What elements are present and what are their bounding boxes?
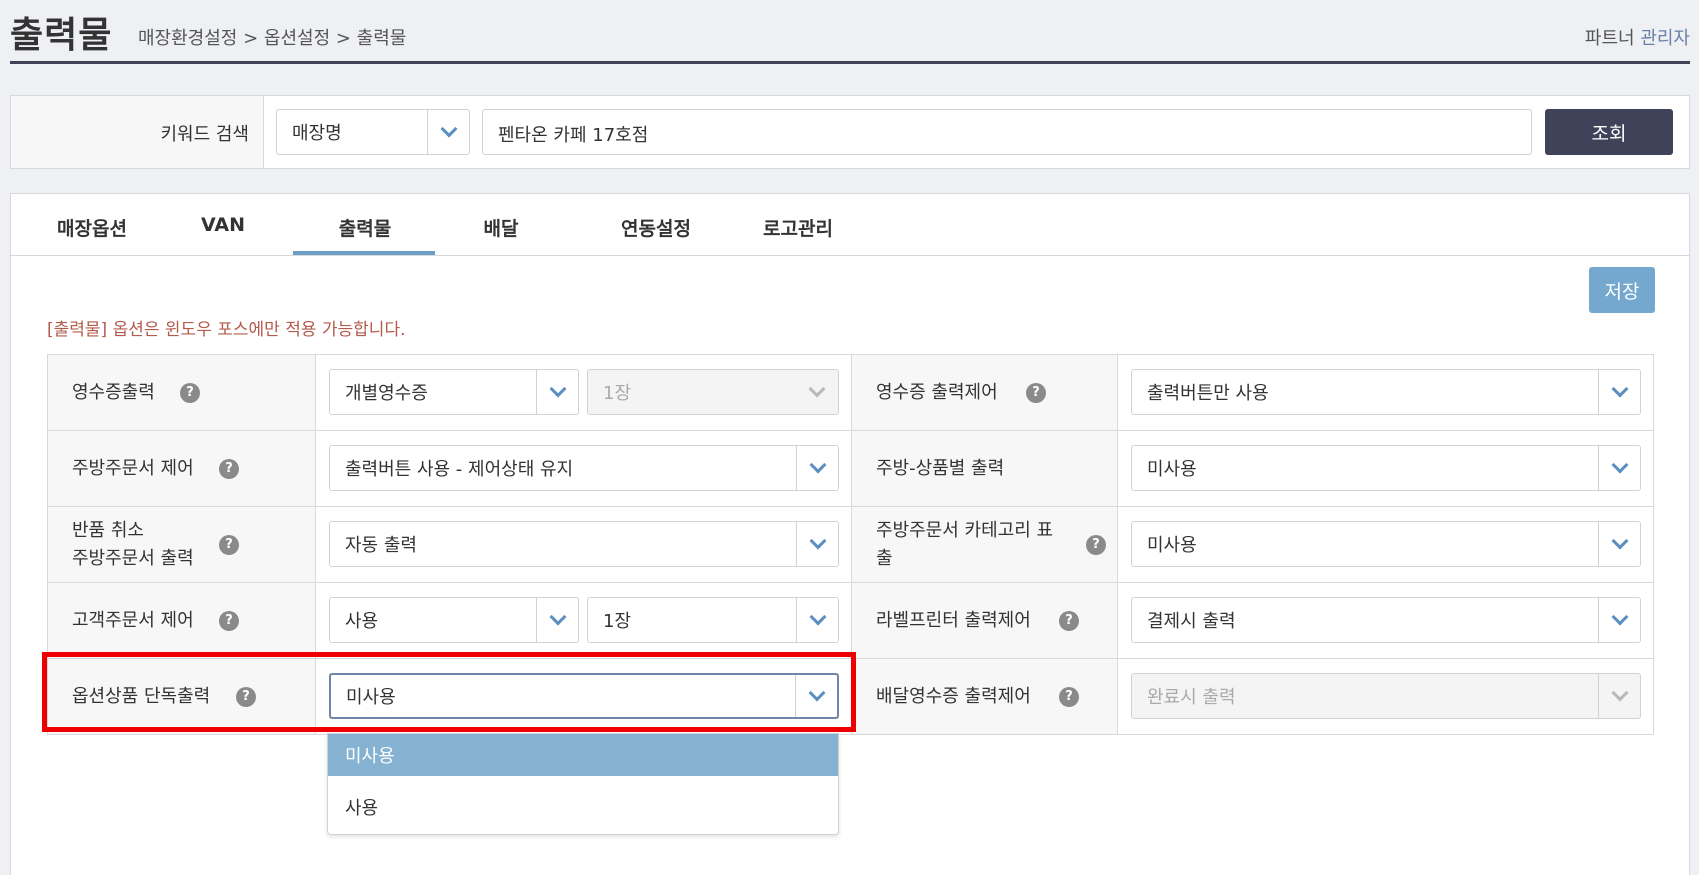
- select-value: 미사용: [1147, 535, 1197, 556]
- option-label: 고객주문서 제어: [72, 609, 194, 631]
- search-label-cell: 키워드 검색: [11, 96, 264, 168]
- search-button[interactable]: 조회: [1545, 109, 1673, 155]
- main-panel: 매장옵션 VAN 출력물 배달 연동설정 로고관리 저장 [출력물] 옵션은 윈…: [10, 193, 1690, 875]
- user-role-accent: 관리자: [1640, 28, 1690, 49]
- search-label: 키워드 검색: [160, 124, 249, 145]
- search-field-select[interactable]: 매장명: [276, 109, 470, 155]
- select-value: 미사용: [1147, 459, 1197, 480]
- help-icon[interactable]: ?: [219, 534, 239, 555]
- delivery-receipt-control-select: 완료시 출력: [1131, 673, 1641, 719]
- chevron-down-icon[interactable]: [1598, 370, 1640, 414]
- option-label: 라벨프린터 출력제어: [876, 609, 1031, 631]
- help-icon[interactable]: ?: [219, 610, 239, 631]
- option-label-cell: 반품 취소 주방주문서 출력 ?: [48, 507, 316, 582]
- select-value: 1장: [603, 383, 632, 404]
- keyword-input[interactable]: 펜타온 카페 17호점: [482, 109, 1532, 155]
- chevron-down-icon[interactable]: [796, 522, 838, 566]
- option-label-line: 주방주문서 출력: [72, 547, 194, 569]
- return-kitchen-order-select[interactable]: 자동 출력: [329, 521, 839, 567]
- page-header: 출력물 매장환경설정 > 옵션설정 > 출력물 파트너 관리자: [10, 0, 1690, 64]
- option-label: 영수증출력: [72, 381, 155, 403]
- search-field-select-value: 매장명: [292, 123, 342, 144]
- page-title: 출력물: [10, 15, 113, 56]
- option-label-cell: 영수증 출력제어 ?: [851, 355, 1118, 430]
- label-printer-control-select[interactable]: 결제시 출력: [1131, 597, 1641, 643]
- select-value: 출력버튼만 사용: [1147, 383, 1269, 404]
- tab-logo[interactable]: 로고관리: [743, 214, 853, 241]
- select-value: 완료시 출력: [1147, 687, 1236, 708]
- option-label-line: 반품 취소: [72, 519, 144, 541]
- tab-printouts[interactable]: 출력물: [317, 214, 413, 241]
- option-label-cell: 라벨프린터 출력제어 ?: [851, 583, 1118, 658]
- chevron-down-icon[interactable]: [1598, 598, 1640, 642]
- notice-text: [출력물] 옵션은 윈도우 포스에만 적용 가능합니다.: [47, 320, 406, 340]
- chevron-down-icon[interactable]: [1598, 446, 1640, 490]
- chevron-down-icon[interactable]: [536, 370, 578, 414]
- tab-van[interactable]: VAN: [183, 214, 263, 236]
- option-label: 주방-상품별 출력: [876, 457, 1005, 479]
- chevron-down-icon: [1598, 674, 1640, 718]
- option-label: 주방주문서 제어: [72, 457, 194, 479]
- option-label: 반품 취소 주방주문서 출력: [72, 517, 194, 573]
- select-value: 결제시 출력: [1147, 611, 1236, 632]
- kitchen-order-control-select[interactable]: 출력버튼 사용 - 제어상태 유지: [329, 445, 839, 491]
- help-icon[interactable]: ?: [1086, 534, 1106, 555]
- option-label: 주방주문서 카테고리 표 출: [876, 517, 1076, 573]
- tab-delivery[interactable]: 배달: [461, 214, 541, 241]
- help-icon[interactable]: ?: [1059, 686, 1079, 707]
- dropdown-list: 미사용 사용: [327, 733, 839, 835]
- option-row: 반품 취소 주방주문서 출력 ? 자동 출력 주방주문서 카테고리 표 출 ? …: [48, 507, 1653, 583]
- user-role: 파트너 관리자: [1585, 24, 1690, 50]
- chevron-down-icon: [796, 370, 838, 414]
- option-label-cell: 주방주문서 카테고리 표 출 ?: [851, 507, 1118, 582]
- tab-integration[interactable]: 연동설정: [601, 214, 711, 241]
- option-label-line: 출: [876, 547, 893, 569]
- keyword-input-value: 펜타온 카페 17호점: [498, 125, 649, 146]
- chevron-down-icon[interactable]: [796, 598, 838, 642]
- option-label: 배달영수증 출력제어: [876, 685, 1031, 707]
- search-panel: 키워드 검색 매장명 펜타온 카페 17호점 조회: [10, 95, 1690, 169]
- dropdown-option-used[interactable]: 사용: [328, 786, 838, 828]
- user-role-prefix: 파트너: [1584, 28, 1635, 49]
- receipt-output-control-select[interactable]: 출력버튼만 사용: [1131, 369, 1641, 415]
- chevron-down-icon[interactable]: [536, 598, 578, 642]
- select-value: 사용: [345, 611, 379, 632]
- option-label-cell: 주방주문서 제어 ?: [48, 431, 316, 506]
- option-row: 영수증출력 ? 개별영수증 1장 영수증 출력제어 ? 출력버튼만 사용: [48, 355, 1653, 431]
- option-row: 고객주문서 제어 ? 사용 1장 라벨프린터 출력제어 ? 결제시 출력: [48, 583, 1653, 659]
- chevron-down-icon[interactable]: [796, 446, 838, 490]
- breadcrumb: 매장환경설정 > 옵션설정 > 출력물: [138, 28, 407, 49]
- select-value: 자동 출력: [345, 535, 417, 556]
- help-icon[interactable]: ?: [180, 382, 200, 403]
- option-label-cell: 고객주문서 제어 ?: [48, 583, 316, 658]
- kitchen-category-select[interactable]: 미사용: [1131, 521, 1641, 567]
- kitchen-per-product-select[interactable]: 미사용: [1131, 445, 1641, 491]
- highlight-box: [42, 652, 856, 732]
- receipt-count-select: 1장: [587, 369, 839, 415]
- save-button[interactable]: 저장: [1589, 267, 1655, 313]
- select-value: 1장: [603, 611, 632, 632]
- chevron-down-icon[interactable]: [427, 110, 469, 154]
- customer-order-count-select[interactable]: 1장: [587, 597, 839, 643]
- option-label: 영수증 출력제어: [876, 381, 998, 403]
- option-label-cell: 배달영수증 출력제어 ?: [851, 659, 1118, 734]
- receipt-type-select[interactable]: 개별영수증: [329, 369, 579, 415]
- option-label-cell: 주방-상품별 출력: [851, 431, 1118, 506]
- help-icon[interactable]: ?: [219, 458, 239, 479]
- help-icon[interactable]: ?: [1059, 610, 1079, 631]
- customer-order-control-select[interactable]: 사용: [329, 597, 579, 643]
- tab-store-options[interactable]: 매장옵션: [47, 214, 137, 241]
- dropdown-option-unused[interactable]: 미사용: [328, 734, 838, 776]
- help-icon[interactable]: ?: [1026, 382, 1046, 403]
- chevron-down-icon[interactable]: [1598, 522, 1640, 566]
- active-tab-indicator: [293, 251, 435, 255]
- select-value: 개별영수증: [345, 383, 428, 404]
- option-label-line: 주방주문서 카테고리 표: [876, 519, 1054, 541]
- tab-bar: 매장옵션 VAN 출력물 배달 연동설정 로고관리: [11, 194, 1689, 256]
- select-value: 출력버튼 사용 - 제어상태 유지: [345, 459, 574, 480]
- option-row: 주방주문서 제어 ? 출력버튼 사용 - 제어상태 유지 주방-상품별 출력 미…: [48, 431, 1653, 507]
- option-label-cell: 영수증출력 ?: [48, 355, 316, 430]
